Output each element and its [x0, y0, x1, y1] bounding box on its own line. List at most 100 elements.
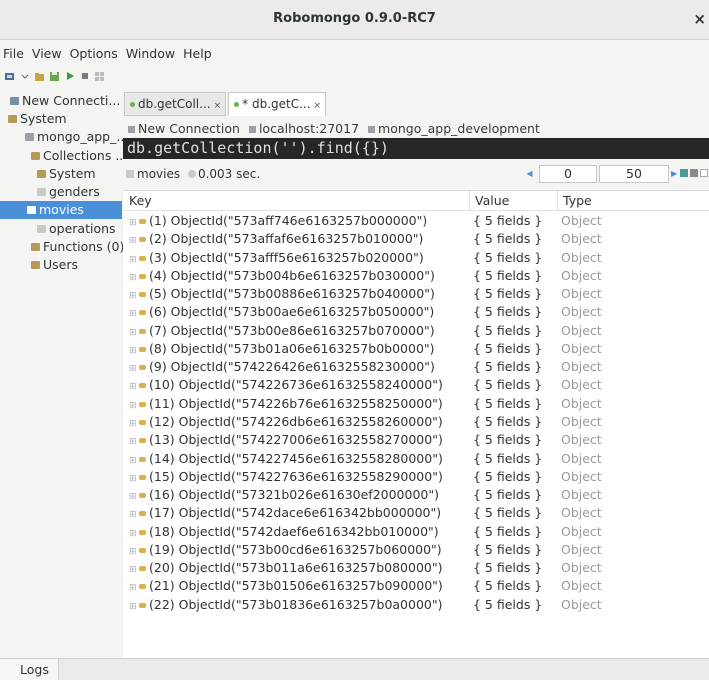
table-row[interactable]: ⊞ (11) ObjectId("574226b76e61632558250000… [123, 395, 709, 413]
table-row[interactable]: ⊞ (1) ObjectId("573aff746e6163257b000000"… [123, 212, 709, 230]
page-next-icon[interactable]: ▶ [671, 166, 677, 182]
tab-query-2[interactable]: * db.getC... × [228, 92, 327, 116]
row-key: ⊞ (17) ObjectId("5742dace6e616342bb000000… [129, 504, 441, 524]
tree-functions[interactable]: Functions (0) [31, 238, 124, 256]
row-type: Object [561, 340, 602, 356]
tree-item-label: operations [49, 221, 116, 236]
tree-collection-genders[interactable]: genders [37, 183, 100, 201]
chevron-down-icon[interactable] [19, 71, 30, 82]
table-row[interactable]: ⊞ (15) ObjectId("574227636e61632558290000… [123, 468, 709, 486]
execute-icon[interactable] [64, 71, 75, 82]
tree-item-label: Collections ... [43, 148, 128, 163]
tree-users[interactable]: Users [31, 256, 78, 274]
row-type: Object [561, 450, 602, 466]
tab-label: * db.getC... [242, 97, 311, 111]
table-row[interactable]: ⊞ (14) ObjectId("574227456e61632558280000… [123, 450, 709, 468]
tree-collection-movies[interactable]: movies [0, 201, 122, 219]
tab-query-1[interactable]: db.getColl... × [124, 92, 227, 116]
row-type: Object [561, 505, 602, 521]
table-row[interactable]: ⊞ (22) ObjectId("573b01836e6163257b0a0000… [123, 596, 709, 614]
document-icon [139, 292, 146, 298]
row-key: ⊞ (19) ObjectId("573b00cd6e6163257b060000… [129, 541, 442, 561]
table-row[interactable]: ⊞ (3) ObjectId("573afff56e6163257b020000"… [123, 249, 709, 267]
row-key-text: (16) ObjectId("57321b026e61630ef2000000"… [149, 487, 439, 503]
folder-icon [31, 243, 40, 251]
row-value: { 5 fields } [473, 377, 543, 393]
menu-view[interactable]: View [28, 44, 66, 66]
table-row[interactable]: ⊞ (12) ObjectId("574226db6e61632558260000… [123, 413, 709, 431]
row-type: Object [561, 413, 602, 429]
close-icon[interactable]: × [693, 10, 706, 28]
tree-collection-operations[interactable]: operations [37, 220, 116, 238]
row-value: { 5 fields } [473, 267, 543, 283]
table-row[interactable]: ⊞ (21) ObjectId("573b01506e6163257b090000… [123, 577, 709, 595]
logs-tab[interactable]: Logs [0, 659, 59, 680]
table-row[interactable]: ⊞ (8) ObjectId("573b01a06e6163257b0b0000"… [123, 340, 709, 358]
column-separator[interactable] [557, 191, 558, 211]
row-key: ⊞ (21) ObjectId("573b01506e6163257b090000… [129, 577, 443, 597]
table-row[interactable]: ⊞ (17) ObjectId("5742dace6e616342bb000000… [123, 504, 709, 522]
database-icon [25, 133, 34, 141]
shell-icon [130, 102, 135, 107]
document-icon [139, 273, 146, 279]
row-key-text: (11) ObjectId("574226b76e61632558250000"… [149, 395, 443, 411]
row-key-text: (12) ObjectId("574226db6e61632558260000"… [149, 413, 443, 429]
document-icon [139, 365, 146, 371]
column-type[interactable]: Type [563, 193, 592, 208]
column-separator[interactable] [469, 191, 470, 211]
row-key-text: (5) ObjectId("573b00886e6163257b040000") [149, 286, 435, 302]
view-mode-icon[interactable] [94, 71, 105, 82]
table-view-icon[interactable] [690, 169, 698, 177]
tree-view-icon[interactable] [680, 169, 688, 177]
view-mode-switch [680, 169, 708, 177]
row-value: { 5 fields } [473, 322, 543, 338]
menu-file[interactable]: File [0, 44, 28, 66]
save-icon[interactable] [49, 71, 60, 82]
table-row[interactable]: ⊞ (4) ObjectId("573b004b6e6163257b030000"… [123, 267, 709, 285]
table-row[interactable]: ⊞ (16) ObjectId("57321b026e61630ef2000000… [123, 486, 709, 504]
limit-input[interactable]: 50 [599, 165, 669, 183]
document-icon [139, 237, 146, 243]
row-key: ⊞ (13) ObjectId("574227006e61632558270000… [129, 431, 443, 451]
tree-database[interactable]: mongo_app_... [25, 128, 128, 146]
column-key[interactable]: Key [129, 193, 152, 208]
table-row[interactable]: ⊞ (2) ObjectId("573affaf6e6163257b010000"… [123, 230, 709, 248]
page-prev-icon[interactable]: ◀ [523, 166, 536, 182]
table-row[interactable]: ⊞ (9) ObjectId("574226426e61632558230000"… [123, 358, 709, 376]
row-key-text: (19) ObjectId("573b00cd6e6163257b060000"… [149, 541, 442, 557]
collection-icon [37, 188, 46, 196]
tree-item-label: movies [39, 202, 84, 217]
connect-icon[interactable] [4, 71, 15, 82]
stop-icon[interactable] [79, 71, 90, 82]
text-view-icon[interactable] [700, 169, 708, 177]
column-value[interactable]: Value [475, 193, 509, 208]
skip-input[interactable]: 0 [539, 165, 597, 183]
tree-item-label: mongo_app_... [37, 129, 129, 144]
table-row[interactable]: ⊞ (18) ObjectId("5742daef6e616342bb010000… [123, 523, 709, 541]
tree-system[interactable]: System [8, 110, 67, 128]
tree-collections-system[interactable]: System [37, 165, 96, 183]
table-row[interactable]: ⊞ (6) ObjectId("573b00ae6e6163257b050000"… [123, 303, 709, 321]
document-icon [139, 584, 146, 590]
expand-icon[interactable]: ⊞ [129, 598, 137, 616]
menu-window[interactable]: Window [122, 44, 179, 66]
table-row[interactable]: ⊞ (5) ObjectId("573b00886e6163257b040000"… [123, 285, 709, 303]
table-row[interactable]: ⊞ (20) ObjectId("573b011a6e6163257b080000… [123, 559, 709, 577]
table-row[interactable]: ⊞ (13) ObjectId("574227006e61632558270000… [123, 431, 709, 449]
tree-collections[interactable]: Collections ... [31, 147, 127, 165]
tree-item-label: Users [43, 257, 79, 272]
close-icon[interactable]: × [214, 101, 222, 111]
menu-options[interactable]: Options [66, 44, 122, 66]
menu-help[interactable]: Help [179, 44, 216, 66]
close-icon[interactable]: × [314, 101, 322, 111]
table-row[interactable]: ⊞ (10) ObjectId("574226736e61632558240000… [123, 376, 709, 394]
query-panel: New Connection localhost:27017 mongo_app… [123, 116, 709, 658]
row-key: ⊞ (7) ObjectId("573b00e86e6163257b070000"… [129, 322, 435, 342]
document-icon [139, 456, 146, 462]
table-row[interactable]: ⊞ (7) ObjectId("573b00e86e6163257b070000"… [123, 322, 709, 340]
query-editor[interactable]: db.getCollection('').find({}) [123, 138, 709, 159]
row-key-text: (1) ObjectId("573aff746e6163257b000000") [149, 213, 428, 228]
open-icon[interactable] [34, 71, 45, 82]
tree-connection[interactable]: New Connecti... [10, 92, 120, 110]
table-row[interactable]: ⊞ (19) ObjectId("573b00cd6e6163257b060000… [123, 541, 709, 559]
